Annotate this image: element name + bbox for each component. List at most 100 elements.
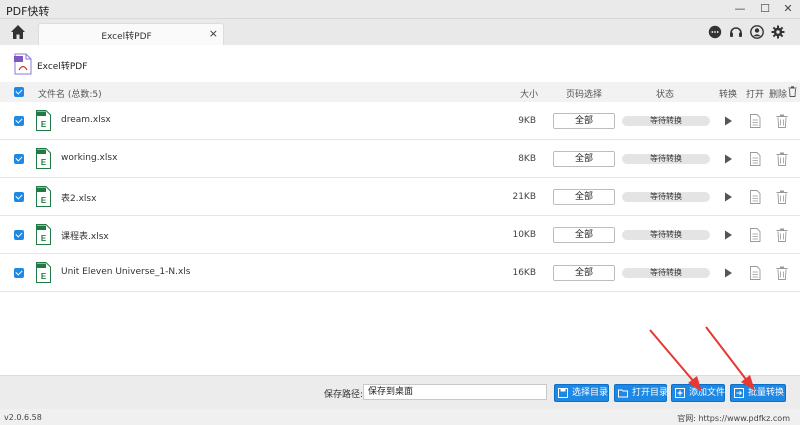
tab-bar: Excel转PDF × [0,19,800,45]
header-status: 状态 [656,90,675,100]
page-select-button[interactable]: 全部 [553,227,615,243]
excel-file-icon: E [36,262,51,283]
table-row[interactable]: E Unit Eleven Universe_1-N.xls 16KB 全部 等… [0,254,800,292]
trash-icon[interactable] [775,266,789,280]
excel-file-icon: E [36,110,51,131]
add-file-label: 添加文件 [689,388,726,398]
user-icon[interactable] [750,25,764,39]
file-name: Unit Eleven Universe_1-N.xls [61,267,191,277]
status-badge: 等待转换 [622,154,710,164]
svg-text:E: E [41,120,47,129]
play-icon[interactable] [721,228,735,242]
file-name: 表2.xlsx [61,194,97,204]
document-icon[interactable] [748,114,762,128]
header-name: 文件名 (总数:5) [38,90,102,100]
tab-label: Excel转PDF [101,32,152,42]
bottom-toolbar: 保存路径: 保存到桌面 选择目录 打开目录 添加文件 批量转换 [0,375,800,409]
title-bar: PDF快转 — ☐ ✕ [0,0,800,19]
batch-convert-label: 批量转换 [748,388,785,398]
play-icon[interactable] [721,266,735,280]
pdf-file-icon [14,53,32,75]
play-icon[interactable] [721,190,735,204]
trash-icon[interactable] [775,228,789,242]
version-text: v2.0.6.58 [4,413,42,422]
file-size: 8KB [518,154,536,164]
minimize-button[interactable]: — [732,2,748,16]
table-row[interactable]: E 课程表.xlsx 10KB 全部 等待转换 [0,216,800,254]
header-size: 大小 [520,90,539,100]
page-select-button[interactable]: 全部 [553,151,615,167]
document-icon[interactable] [748,152,762,166]
trash-icon[interactable] [775,152,789,166]
svg-text:E: E [41,196,47,205]
status-badge: 等待转换 [622,192,710,202]
file-name: dream.xlsx [61,115,111,125]
save-path-label: 保存路径: [324,390,364,400]
file-name: 课程表.xlsx [61,232,109,242]
table-row[interactable]: E working.xlsx 8KB 全部 等待转换 [0,140,800,178]
header-delete: 删除 [769,90,788,100]
tab-close-icon[interactable]: × [209,27,218,40]
excel-file-icon: E [36,148,51,169]
file-size: 9KB [518,116,536,126]
excel-file-icon: E [36,224,51,245]
row-checkbox[interactable] [14,230,24,240]
status-badge: 等待转换 [622,230,710,240]
tab-excel-to-pdf[interactable]: Excel转PDF × [38,23,224,45]
delete-all-trash-icon[interactable] [788,86,797,97]
row-checkbox[interactable] [14,154,24,164]
trash-icon[interactable] [775,190,789,204]
table-row[interactable]: E dream.xlsx 9KB 全部 等待转换 [0,102,800,140]
save-path-input[interactable]: 保存到桌面 [363,384,547,400]
convert-icon [734,388,744,398]
save-icon [558,388,568,398]
svg-text:E: E [41,234,47,243]
document-icon[interactable] [748,266,762,280]
add-icon [675,388,685,398]
batch-convert-button[interactable]: 批量转换 [730,384,786,402]
choose-directory-button[interactable]: 选择目录 [554,384,609,402]
folder-icon [618,389,628,398]
excel-file-icon: E [36,186,51,207]
document-icon[interactable] [748,228,762,242]
page-select-button[interactable]: 全部 [553,113,615,129]
svg-text:E: E [41,158,47,167]
settings-icon[interactable] [771,25,785,39]
page-title: Excel转PDF [37,62,88,72]
main-content: Excel转PDF 文件名 (总数:5) 大小 页码选择 状态 转换 打开 删除… [0,45,800,375]
open-directory-label: 打开目录 [632,388,669,398]
header-open: 打开 [746,90,765,100]
close-button[interactable]: ✕ [780,2,796,16]
table-header: 文件名 (总数:5) 大小 页码选择 状态 转换 打开 删除 [0,82,800,102]
file-size: 21KB [512,192,536,202]
row-checkbox[interactable] [14,268,24,278]
row-checkbox[interactable] [14,192,24,202]
app-title: PDF快转 [6,5,50,18]
choose-directory-label: 选择目录 [572,388,609,398]
file-name: working.xlsx [61,153,118,163]
page-select-button[interactable]: 全部 [553,189,615,205]
status-badge: 等待转换 [622,268,710,278]
file-size: 10KB [512,230,536,240]
header-convert: 转换 [719,90,738,100]
file-size: 16KB [512,268,536,278]
select-all-checkbox[interactable] [14,87,24,97]
status-badge: 等待转换 [622,116,710,126]
page-select-button[interactable]: 全部 [553,265,615,281]
row-checkbox[interactable] [14,116,24,126]
document-icon[interactable] [748,190,762,204]
trash-icon[interactable] [775,114,789,128]
home-icon[interactable] [10,24,26,40]
website-text: 官网: https://www.pdfkz.com [677,414,790,423]
svg-text:E: E [41,272,47,281]
maximize-button[interactable]: ☐ [757,2,773,16]
add-file-button[interactable]: 添加文件 [671,384,725,402]
headset-icon[interactable] [729,25,743,39]
open-directory-button[interactable]: 打开目录 [614,384,669,402]
status-bar: v2.0.6.58 官网: https://www.pdfkz.com [0,409,800,425]
play-icon[interactable] [721,114,735,128]
header-page-select: 页码选择 [566,90,603,100]
play-icon[interactable] [721,152,735,166]
table-row[interactable]: E 表2.xlsx 21KB 全部 等待转换 [0,178,800,216]
chat-icon[interactable] [708,25,722,39]
